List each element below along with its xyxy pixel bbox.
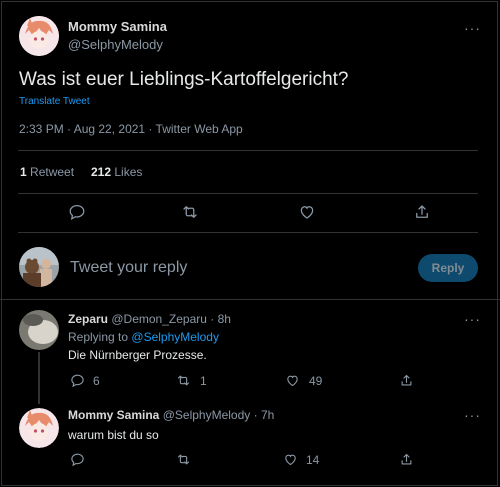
- reply-author-avatar[interactable]: [19, 408, 59, 448]
- share-icon[interactable]: [413, 203, 431, 221]
- tweet-text: Was ist euer Lieblings-Kartoffelgericht?: [19, 69, 349, 90]
- divider: [18, 232, 478, 233]
- translate-tweet-link[interactable]: Translate Tweet: [19, 96, 90, 107]
- author-handle[interactable]: @SelphyMelody: [68, 37, 163, 52]
- tweet-timestamp[interactable]: 2:33 PM · Aug 22, 2021 · Twitter Web App: [19, 122, 243, 136]
- likes-count: 212: [91, 165, 112, 179]
- reply-count: 6: [93, 374, 100, 388]
- thread-line: [38, 352, 40, 404]
- share-icon[interactable]: [399, 452, 414, 467]
- divider: [18, 150, 478, 151]
- replying-to-label: Replying to: [68, 330, 129, 344]
- reply-text: warum bist du so: [68, 428, 159, 442]
- like-count: 49: [309, 374, 323, 388]
- like-icon[interactable]: [298, 203, 316, 221]
- reply-icon[interactable]: [70, 373, 85, 388]
- retweet-icon[interactable]: [176, 373, 191, 388]
- reply-header: Zeparu @Demon_Zeparu · 8h: [68, 312, 231, 326]
- reply-author-name[interactable]: Mommy Samina: [68, 408, 159, 422]
- reply-author-handle[interactable]: @SelphyMelody: [163, 408, 251, 422]
- retweet-count: 1: [200, 374, 207, 388]
- like-count: 14: [306, 453, 320, 467]
- retweet-icon[interactable]: [181, 203, 199, 221]
- likes-label: Likes: [114, 165, 143, 179]
- author-avatar[interactable]: [19, 16, 59, 56]
- reply-time[interactable]: · 7h: [254, 408, 275, 422]
- retweet-icon[interactable]: [176, 452, 191, 467]
- divider: [18, 193, 478, 194]
- retweet-stat[interactable]: 1 Retweet: [20, 165, 74, 179]
- retweet-count: 1: [20, 165, 27, 179]
- reply-header: Mommy Samina @SelphyMelody · 7h: [68, 408, 274, 422]
- replying-to-link[interactable]: @SelphyMelody: [131, 330, 219, 344]
- author-name[interactable]: Mommy Samina: [68, 19, 167, 34]
- reply-icon[interactable]: [70, 452, 85, 467]
- like-icon[interactable]: [285, 373, 300, 388]
- retweet-label: Retweet: [30, 165, 75, 179]
- current-user-avatar[interactable]: [19, 247, 59, 287]
- more-options-icon[interactable]: ···: [464, 311, 481, 327]
- divider: [0, 299, 500, 300]
- share-icon[interactable]: [399, 373, 414, 388]
- replying-to: Replying to @SelphyMelody: [68, 330, 219, 344]
- reply-author-handle[interactable]: @Demon_Zeparu: [111, 312, 207, 326]
- like-icon[interactable]: [283, 452, 298, 467]
- reply-button[interactable]: Reply: [418, 254, 478, 282]
- reply-author-name[interactable]: Zeparu: [68, 312, 108, 326]
- reply-text: Die Nürnberger Prozesse.: [68, 348, 207, 362]
- reply-author-avatar[interactable]: [19, 310, 59, 350]
- likes-stat[interactable]: 212 Likes: [91, 165, 142, 179]
- reply-time[interactable]: · 8h: [210, 312, 231, 326]
- more-options-icon[interactable]: ···: [464, 407, 481, 423]
- reply-input[interactable]: Tweet your reply: [70, 259, 400, 277]
- reply-icon[interactable]: [68, 203, 86, 221]
- more-options-icon[interactable]: ···: [464, 20, 481, 36]
